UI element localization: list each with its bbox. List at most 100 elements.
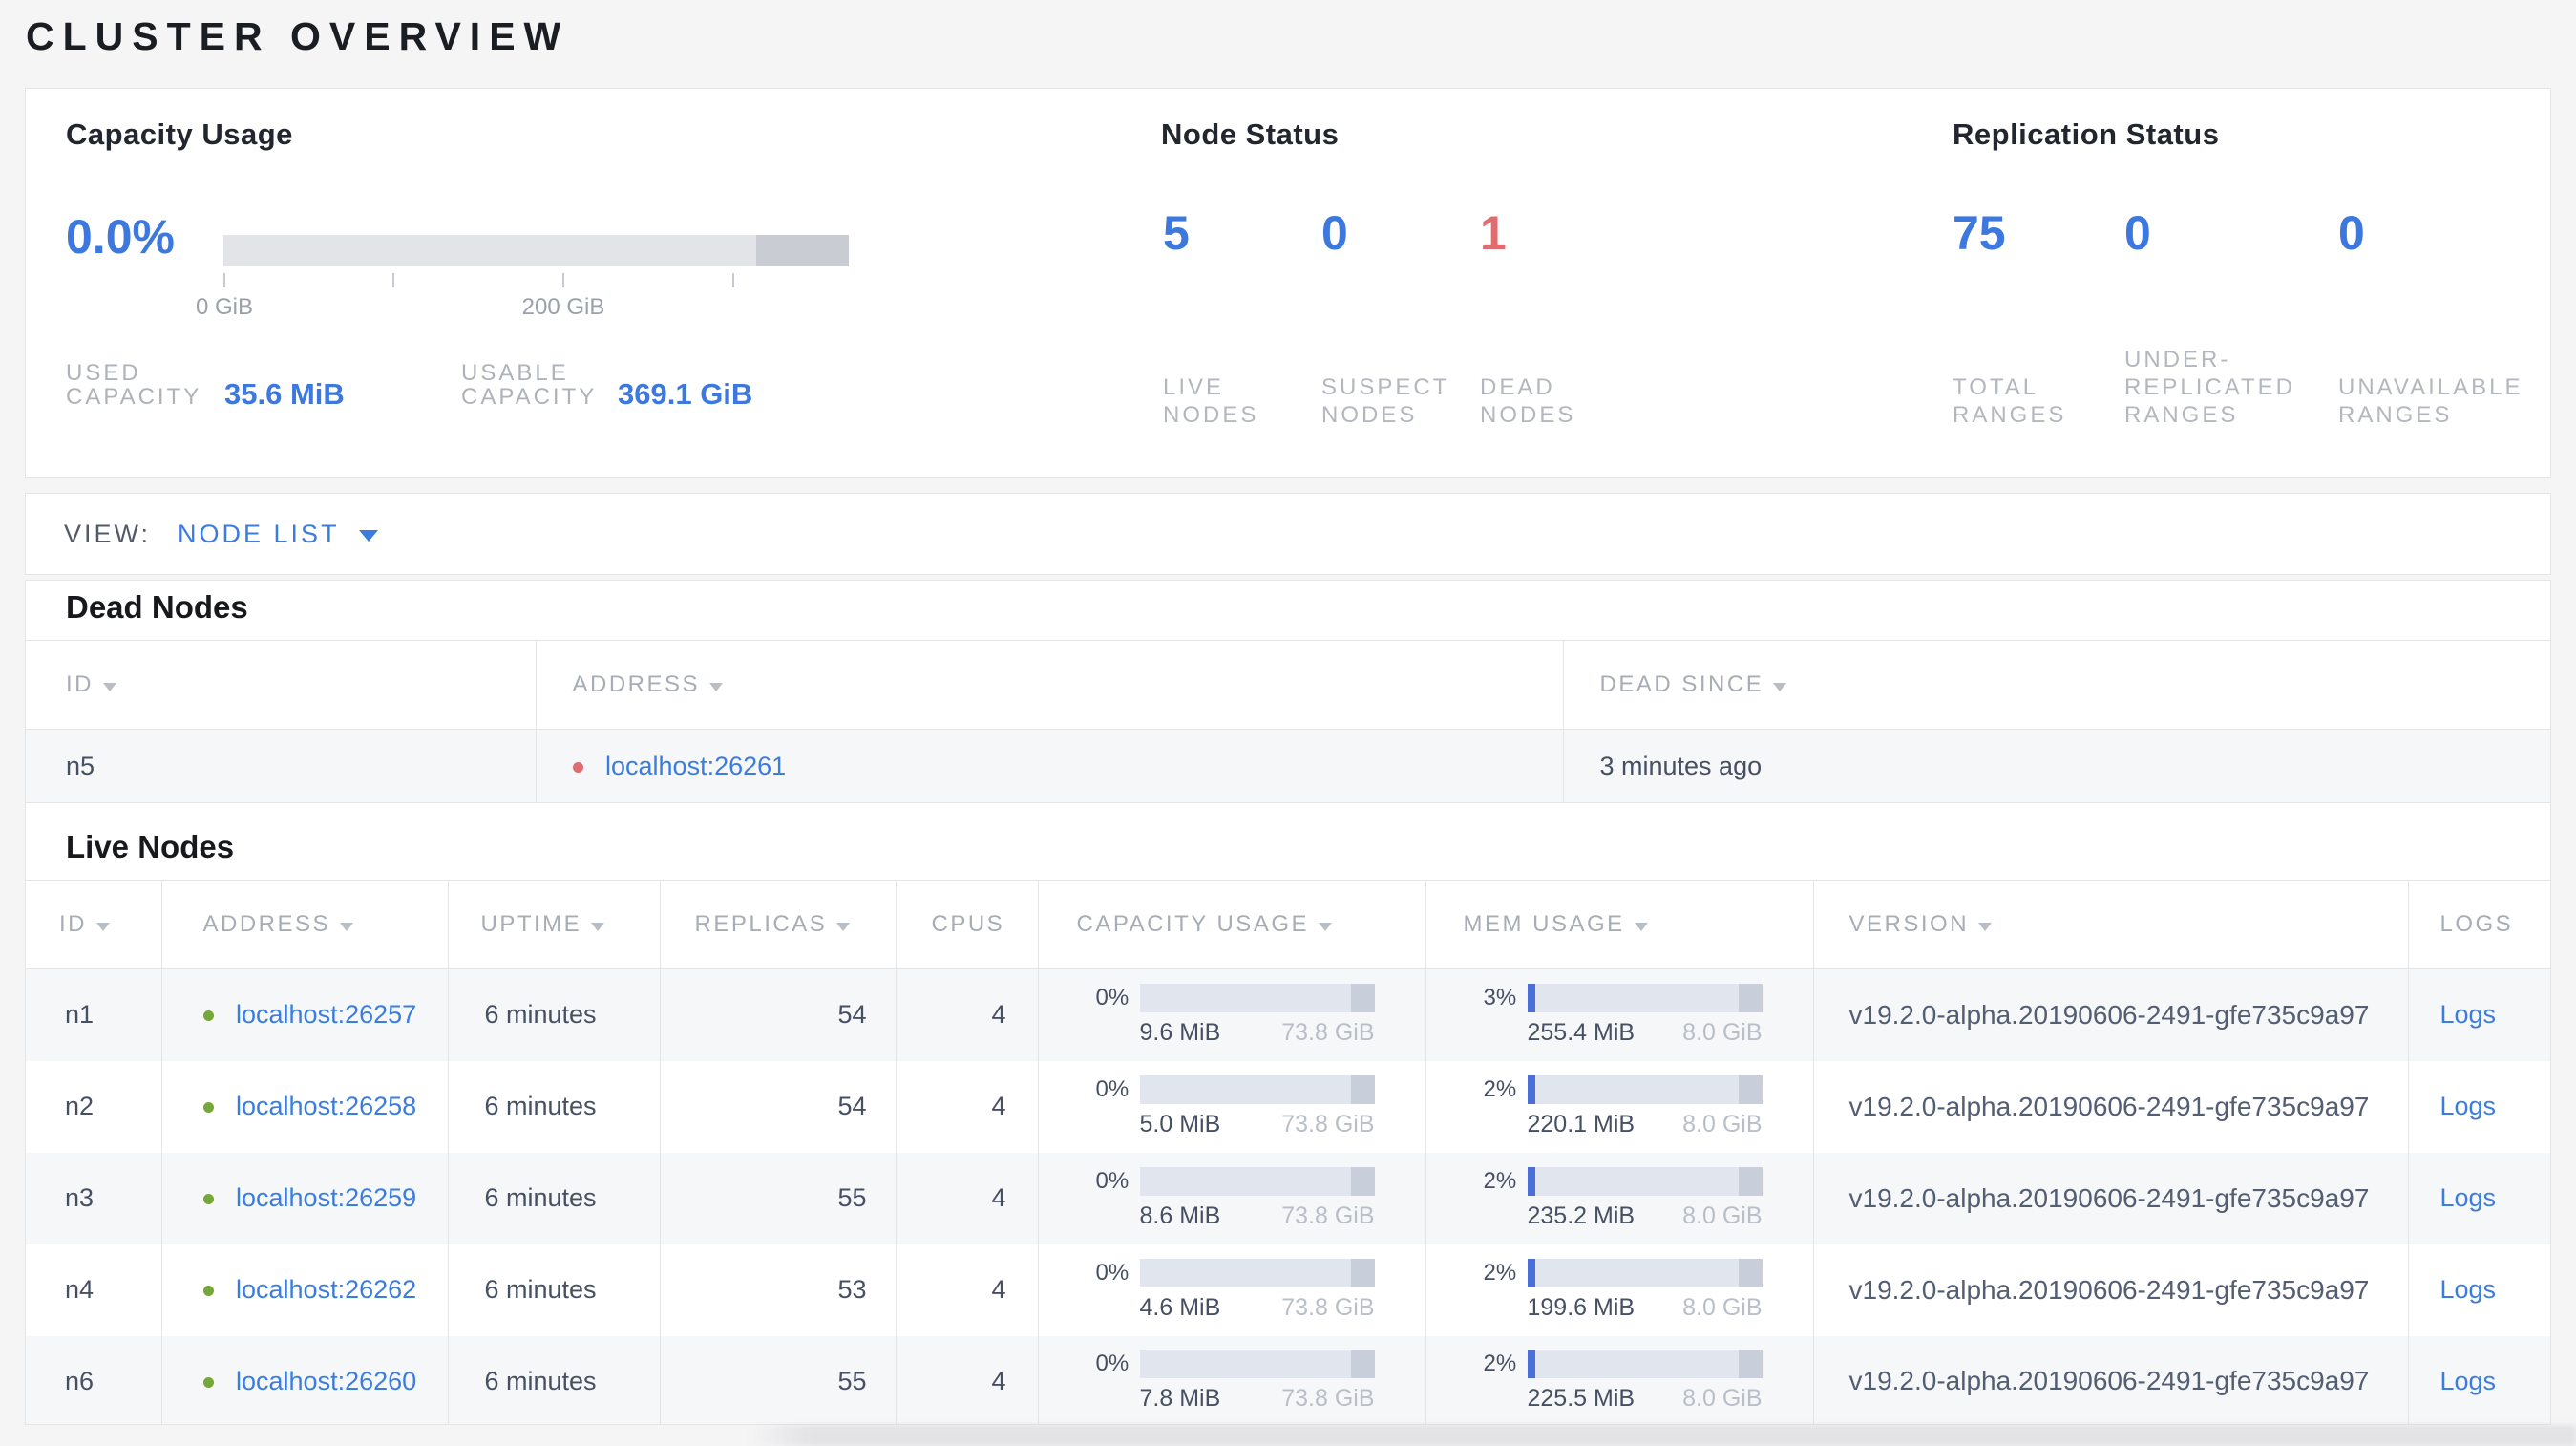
axis-tick [562,273,564,287]
capacity-total: 73.8 GiB [1281,1110,1375,1138]
live-node-row: n1 localhost:26257 6 minutes 54 4 0% 9.6… [26,968,2550,1061]
axis-tick-label: 200 GiB [521,294,605,320]
live-nodes-header-row: ID ADDRESS UPTIME REPLICAS CPUS CAPACITY… [26,880,2550,969]
mem-percent: 2% [1483,1075,1517,1102]
cell-replicas: 54 [659,968,896,1061]
live-col-version[interactable]: VERSION [1812,880,2408,969]
cell-logs: Logs [2407,968,2550,1061]
cell-mem-usage: 3% 255.4 MiB 8.0 GiB [1425,968,1813,1061]
cell-version: v19.2.0-alpha.20190606-2491-gfe735c9a97 [1812,1152,2408,1244]
total-ranges-stat: 75 TOTAL RANGES [1953,117,2115,433]
sort-caret-icon [836,923,851,931]
sort-caret-icon [1319,923,1332,931]
capacity-percent: 0% [1095,1259,1130,1286]
sort-caret-icon [340,923,354,931]
node-address-link[interactable]: localhost:26262 [236,1275,416,1304]
view-bar: VIEW: NODE LIST [25,493,2551,575]
chevron-down-icon [358,530,378,542]
dead-col-address[interactable]: ADDRESS [535,640,1563,730]
dead-col-id[interactable]: ID [26,640,536,730]
node-address-link[interactable]: localhost:26259 [236,1183,416,1212]
logs-link[interactable]: Logs [2440,1367,2497,1395]
mem-minibar [1527,1166,1763,1196]
cell-logs: Logs [2407,1060,2550,1153]
node-address-link[interactable]: localhost:26257 [236,1000,416,1029]
logs-link[interactable]: Logs [2440,1092,2497,1120]
mem-percent: 2% [1483,1259,1517,1286]
sort-caret-icon [103,683,116,691]
sort-caret-icon [591,923,605,931]
sort-caret-icon [1773,683,1787,691]
live-col-address[interactable]: ADDRESS [160,880,448,969]
cell-logs: Logs [2407,1244,2550,1336]
cell-mem-usage: 2% 199.6 MiB 8.0 GiB [1425,1244,1813,1336]
cell-node-address: localhost:26260 [160,1335,448,1424]
cell-capacity-usage: 0% 5.0 MiB 73.8 GiB [1037,1060,1425,1153]
axis-tick [223,273,225,287]
cell-capacity-usage: 0% 7.8 MiB 73.8 GiB [1037,1335,1425,1424]
view-selected-value[interactable]: NODE LIST [178,520,340,549]
total-ranges-label: TOTAL RANGES [1953,374,2067,428]
capacity-used: 4.6 MiB [1139,1293,1221,1321]
used-capacity-value: 35.6 MiB [224,377,345,411]
live-status-dot-icon [202,1376,214,1388]
capacity-axis: 0 GiB 200 GiB [196,273,849,330]
cluster-overview-page: CLUSTER OVERVIEW Capacity Usage 0.0% 0 G… [0,0,2576,1446]
dead-col-dead-since[interactable]: DEAD SINCE [1562,640,2550,730]
suspect-nodes-stat: 0 SUSPECT NODES [1321,117,1474,433]
cell-replicas: 54 [659,1060,896,1153]
capacity-usage-section: Capacity Usage 0.0% 0 GiB 200 GiB USED C… [66,117,925,450]
capacity-stats: USED CAPACITY 35.6 MiB USABLE CAPACITY 3… [66,361,752,409]
usable-capacity-label: USABLE CAPACITY [461,360,598,410]
mem-total: 8.0 GiB [1682,1018,1763,1046]
live-nodes-heading: Live Nodes [66,829,235,864]
mem-total: 8.0 GiB [1682,1385,1763,1413]
cell-cpus: 4 [895,1060,1038,1153]
logs-link[interactable]: Logs [2440,1000,2497,1029]
capacity-used: 5.0 MiB [1139,1110,1221,1138]
live-node-row: n3 localhost:26259 6 minutes 55 4 0% 8.6… [26,1152,2550,1244]
live-node-row: n6 localhost:26260 6 minutes 55 4 0% 7.8… [26,1335,2550,1424]
capacity-total: 73.8 GiB [1281,1293,1375,1321]
mem-used: 235.2 MiB [1527,1201,1636,1229]
live-node-row: n2 localhost:26258 6 minutes 54 4 0% 5.0… [26,1060,2550,1153]
cell-node-id: n6 [26,1335,161,1424]
live-col-replicas[interactable]: REPLICAS [659,880,896,969]
cell-mem-usage: 2% 225.5 MiB 8.0 GiB [1425,1335,1813,1424]
capacity-used: 7.8 MiB [1139,1385,1221,1413]
cell-uptime: 6 minutes [447,1060,660,1153]
cell-version: v19.2.0-alpha.20190606-2491-gfe735c9a97 [1812,1060,2408,1153]
dead-nodes-header-row: ID ADDRESS DEAD SINCE [26,640,2550,730]
suspect-nodes-count: 0 [1321,206,1348,260]
mem-used: 255.4 MiB [1527,1018,1636,1046]
cell-replicas: 55 [659,1152,896,1244]
under-replicated-count: 0 [2124,206,2151,260]
cell-node-address: localhost:26257 [160,968,448,1061]
live-col-id[interactable]: ID [26,880,161,969]
cell-version: v19.2.0-alpha.20190606-2491-gfe735c9a97 [1812,968,2408,1061]
view-selector-dropdown[interactable]: NODE LIST [178,520,378,549]
live-col-uptime[interactable]: UPTIME [447,880,660,969]
view-label: VIEW: [64,519,152,548]
mem-minibar [1527,1074,1763,1104]
sort-caret-icon [1634,923,1648,931]
capacity-percent: 0.0% [66,210,175,264]
logs-link[interactable]: Logs [2440,1183,2497,1212]
cell-replicas: 55 [659,1335,896,1424]
cell-uptime: 6 minutes [447,968,660,1061]
live-status-dot-icon [202,1194,214,1204]
cell-logs: Logs [2407,1335,2550,1424]
live-col-mem[interactable]: MEM USAGE [1425,880,1813,969]
live-col-capacity[interactable]: CAPACITY USAGE [1037,880,1425,969]
cell-dead-since: 3 minutes ago [1562,729,2550,803]
node-address-link[interactable]: localhost:26261 [605,752,786,780]
unavailable-ranges-count: 0 [2338,206,2365,260]
dead-nodes-count: 1 [1480,206,1507,260]
mem-percent: 2% [1483,1167,1517,1194]
mem-total: 8.0 GiB [1682,1293,1763,1321]
node-address-link[interactable]: localhost:26260 [236,1367,416,1395]
node-address-link[interactable]: localhost:26258 [236,1092,416,1120]
capacity-bar [223,235,849,266]
logs-link[interactable]: Logs [2440,1275,2497,1304]
axis-tick [392,273,394,287]
